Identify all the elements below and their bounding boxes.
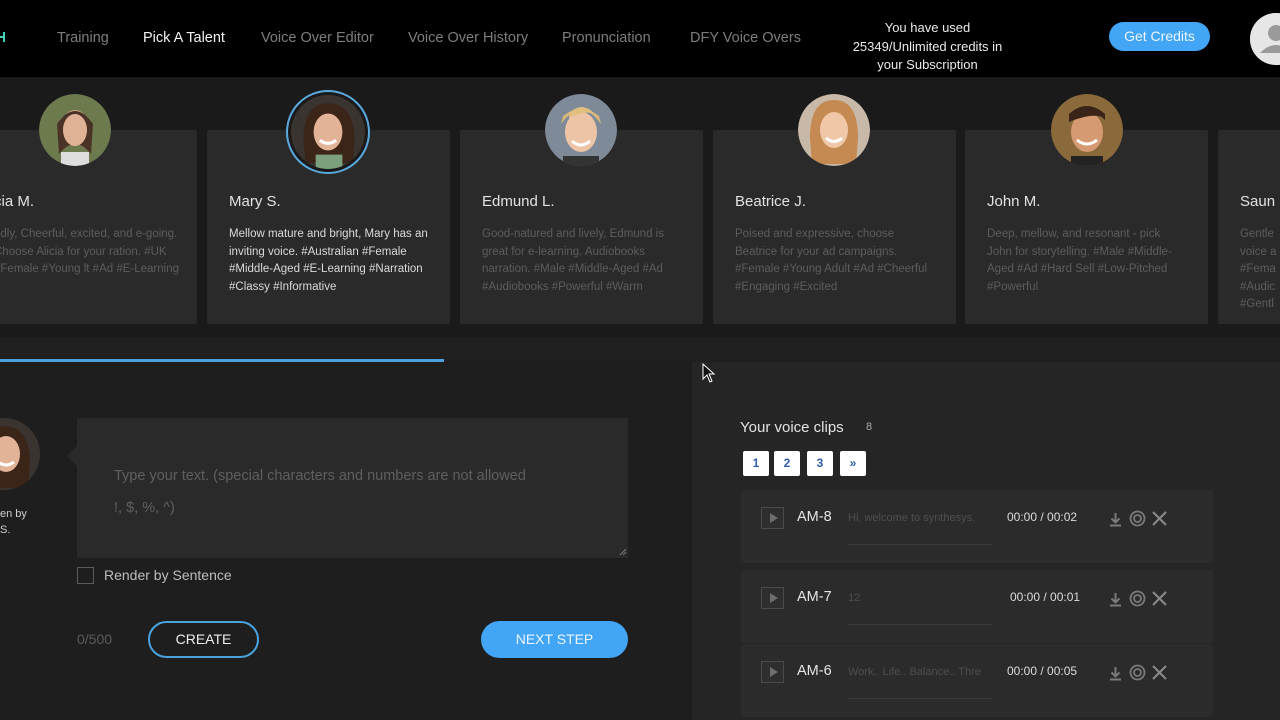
pagination-page-3[interactable]: 3 <box>807 451 833 476</box>
user-avatar-icon[interactable] <box>1250 13 1280 65</box>
download-icon[interactable] <box>1107 665 1124 682</box>
talent-photo-mary[interactable] <box>286 90 370 174</box>
clip-progress-track <box>848 544 993 545</box>
clip-duration: 00:00 / 00:05 <box>1007 664 1078 678</box>
nav-voice-over-history[interactable]: Voice Over History <box>408 30 528 46</box>
clip-text-preview: Hi, welcome to synthesys. <box>848 512 976 524</box>
download-icon[interactable] <box>1107 511 1124 528</box>
target-icon[interactable] <box>1129 510 1146 527</box>
app-logo-icon[interactable] <box>0 26 8 48</box>
nav-voice-over-editor[interactable]: Voice Over Editor <box>261 30 374 46</box>
app-root: Training Pick A Talent Voice Over Editor… <box>0 0 1280 720</box>
next-step-button[interactable]: NEXT STEP <box>481 621 628 658</box>
talent-desc-john: Deep, mellow, and resonant - pick John f… <box>987 228 1172 293</box>
talent-name-saun: Saun <box>1240 193 1276 210</box>
top-nav: Training Pick A Talent Voice Over Editor… <box>0 0 1280 77</box>
play-icon[interactable] <box>761 661 784 683</box>
nav-dfy-voice-overs[interactable]: DFY Voice Overs <box>690 30 801 46</box>
nav-training[interactable]: Training <box>57 30 109 46</box>
talent-desc-mary: Mellow mature and bright, Mary has an in… <box>229 228 428 293</box>
credits-line-2: 25349/Unlimited credits in <box>852 38 1003 54</box>
target-icon[interactable] <box>1129 590 1146 607</box>
placeholder-line-1: Type your text. (special characters and … <box>114 468 526 484</box>
credits-line-1: You have used <box>884 20 971 35</box>
talent-name-edmund: Edmund L. <box>482 193 555 210</box>
play-icon[interactable] <box>761 587 784 609</box>
clip-name: AM-6 <box>797 663 832 679</box>
pagination-page-2[interactable]: 2 <box>774 451 800 476</box>
voice-clips-title: Your voice clips <box>740 419 844 436</box>
clip-duration: 00:00 / 00:02 <box>1007 510 1078 524</box>
get-credits-button[interactable]: Get Credits <box>1109 22 1210 51</box>
clip-name: AM-8 <box>797 509 832 525</box>
talent-name-alicia: cia M. <box>0 193 35 210</box>
credits-usage-text: You have used 25349/Unlimited credits in… <box>840 19 1015 75</box>
close-icon[interactable] <box>1151 664 1168 681</box>
render-by-sentence-label[interactable]: Render by Sentence <box>104 567 232 583</box>
talent-name-john: John M. <box>987 193 1041 210</box>
render-by-sentence-checkbox[interactable] <box>77 567 94 584</box>
clip-name: AM-7 <box>797 589 832 605</box>
talent-name-beatrice: Beatrice J. <box>735 193 806 210</box>
play-icon[interactable] <box>761 507 784 529</box>
nav-pick-a-talent[interactable]: Pick A Talent <box>143 30 225 46</box>
close-icon[interactable] <box>1151 590 1168 607</box>
spoken-by-line-2: S. <box>0 524 11 536</box>
clip-text-preview: Work.. Life.. Balance.. Thre <box>848 666 981 678</box>
talent-photo-beatrice[interactable] <box>798 94 870 166</box>
talent-photo-edmund[interactable] <box>545 94 617 166</box>
talent-desc-saun: Gentle voice a #Fema #Audic #Gentl <box>1240 228 1277 311</box>
mouse-cursor-icon <box>702 363 716 383</box>
nav-pronunciation[interactable]: Pronunciation <box>562 30 651 46</box>
clip-progress-track <box>848 624 993 625</box>
clip-progress-track <box>848 698 993 699</box>
credits-line-3: your Subscription <box>877 57 978 72</box>
download-icon[interactable] <box>1107 591 1124 608</box>
pagination-next[interactable]: » <box>840 451 866 476</box>
talent-desc-alicia: ndly, Cheerful, excited, and e-going. Ch… <box>0 228 179 276</box>
spoken-by-label: en by S. <box>0 506 27 538</box>
pagination-page-1[interactable]: 1 <box>743 451 769 476</box>
target-icon[interactable] <box>1129 664 1146 681</box>
clip-duration: 00:00 / 00:01 <box>1010 590 1081 604</box>
clip-text-preview: 12 <box>848 592 861 604</box>
talent-photo-alicia[interactable] <box>39 94 111 166</box>
create-button[interactable]: CREATE <box>148 621 259 658</box>
close-icon[interactable] <box>1151 510 1168 527</box>
voice-clips-count: 8 <box>866 421 873 433</box>
character-counter: 0/500 <box>77 631 113 647</box>
talent-photo-john[interactable] <box>1051 94 1123 166</box>
talent-name-mary: Mary S. <box>229 193 281 210</box>
talent-desc-beatrice: Poised and expressive, choose Beatrice f… <box>735 228 928 293</box>
talent-desc-edmund: Good-natured and lively, Edmund is great… <box>482 228 664 293</box>
script-text-placeholder: Type your text. (special characters and … <box>114 460 604 524</box>
spoken-by-line-1: en by <box>0 508 27 520</box>
resize-handle-icon[interactable] <box>619 548 627 556</box>
textbox-pointer <box>67 446 77 466</box>
placeholder-line-2: !, $, %, ^) <box>114 500 175 516</box>
